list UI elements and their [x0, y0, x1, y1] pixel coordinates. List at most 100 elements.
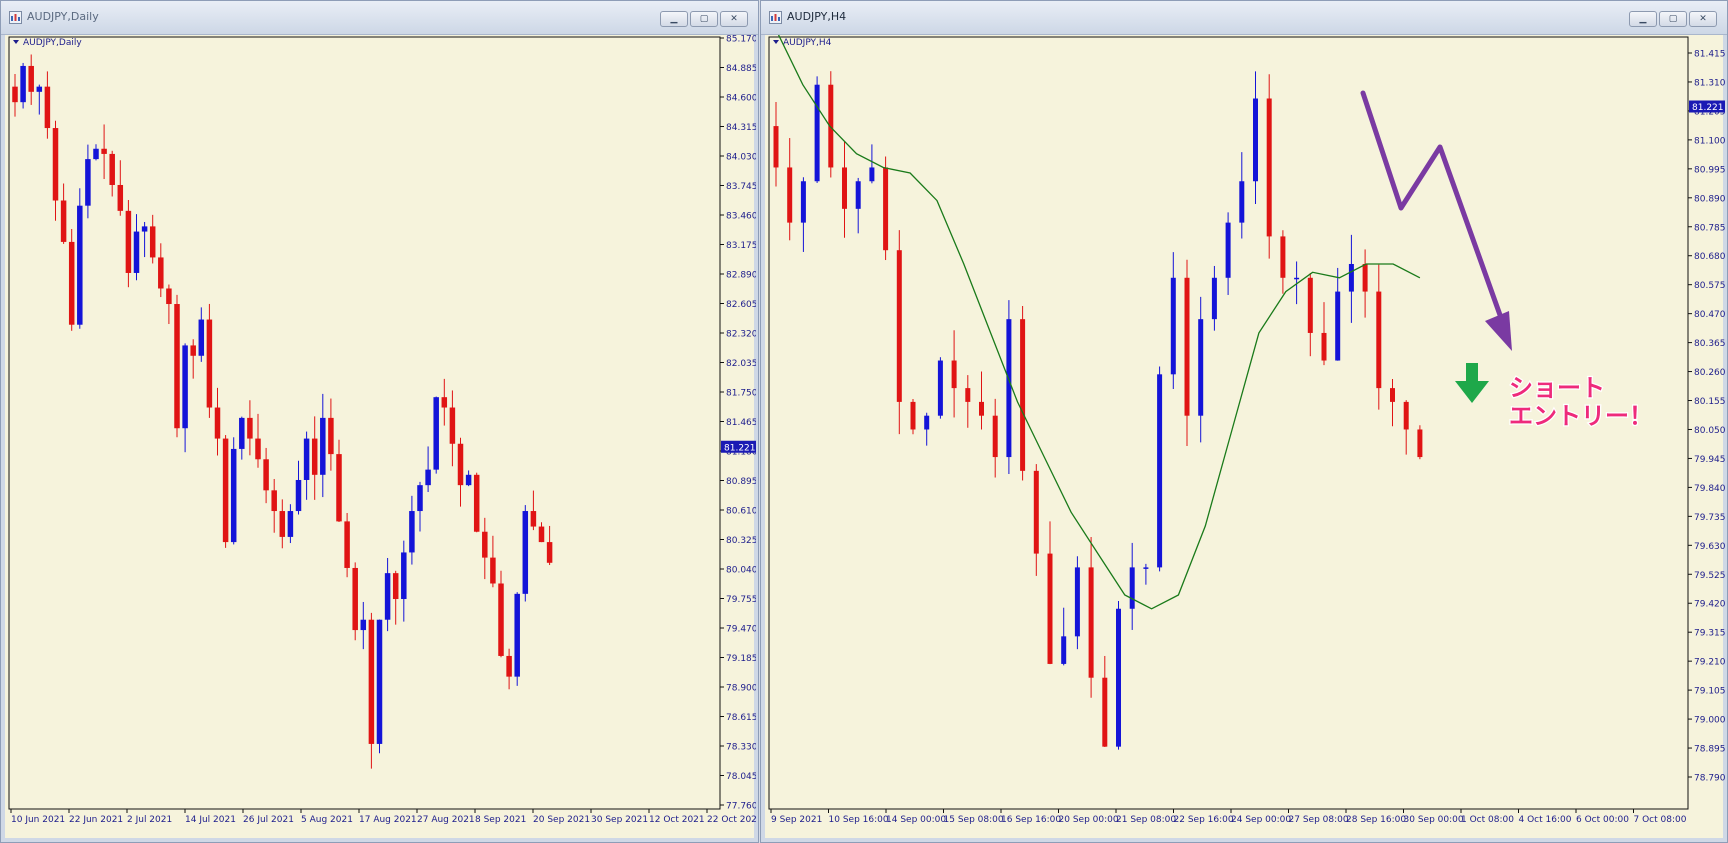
candle-body-bear — [101, 148, 107, 154]
daily-candlestick-chart[interactable]: 85.170 84.885 84.600 84.315 84.030 83.745 83.4… — [5, 35, 756, 840]
maximize-button[interactable]: ▢ — [1659, 11, 1687, 27]
candle-body-bear — [1088, 567, 1094, 678]
y-tick-label: 80.995 — [1694, 165, 1725, 175]
x-tick-label: 20 Sep 2021 — [533, 815, 590, 825]
candle-body-bear — [773, 126, 779, 168]
candle-body-bull — [924, 415, 930, 430]
candle-body-bear — [530, 511, 537, 527]
x-tick-label: 21 Sep 08:00 — [1116, 815, 1176, 825]
y-tick-label: 78.895 — [1694, 745, 1725, 755]
y-tick-label: 80.470 — [1694, 310, 1725, 320]
candle-body-bull — [1198, 319, 1204, 416]
maximize-button[interactable]: ▢ — [690, 11, 718, 27]
candle-body-bear — [473, 474, 480, 532]
annotation-entry: エントリー！ — [1509, 402, 1653, 430]
y-tick-label: 78.045 — [726, 772, 756, 782]
candle-body-bull — [36, 86, 43, 92]
candle-body-bull — [1335, 291, 1341, 361]
minimize-button[interactable]: ▁ — [1629, 11, 1657, 27]
candle-body-bear — [1184, 277, 1190, 416]
candle-body-bull — [855, 181, 861, 209]
candle-body-bull — [295, 479, 302, 512]
candle-body-bear — [1362, 263, 1368, 292]
plot-frame — [8, 36, 721, 810]
y-tick-label: 80.155 — [1694, 397, 1725, 407]
x-tick-label: 10 Jun 2021 — [11, 815, 65, 825]
window-title: AUDJPY,H4 — [787, 10, 847, 23]
h4-chart-area[interactable]: 81.41581.31081.20581.10080.99580.89080.7… — [765, 35, 1725, 840]
daily-chart-window[interactable]: AUDJPY,Daily ▁ ▢ ✕ 85.170 84.885 84.600 84.… — [0, 0, 759, 843]
candle-body-bull — [384, 573, 391, 620]
y-tick-label: 79.840 — [1694, 484, 1725, 494]
candle-body-bull — [800, 181, 806, 223]
x-tick-label: 4 Oct 16:00 — [1519, 815, 1572, 825]
candle-body-bear — [1403, 401, 1409, 430]
candle-body-bear — [336, 454, 342, 522]
y-tick-label: 80.680 — [1694, 252, 1725, 262]
title-bar[interactable]: AUDJPY,H4 ▁ ▢ ✕ — [761, 1, 1727, 35]
candle-body-bear — [441, 397, 448, 408]
x-tick-label: 22 Jun 2021 — [69, 815, 123, 825]
y-tick-label: 80.895 — [726, 477, 756, 487]
candle-body-bear — [992, 415, 998, 458]
candle-body-bear — [247, 417, 253, 439]
y-tick-label: 80.260 — [1694, 368, 1725, 378]
candle-body-bear — [206, 319, 213, 408]
candle-body-bear — [279, 511, 286, 537]
h4-chart-window[interactable]: AUDJPY,H4 ▁ ▢ ✕ 81.41581.31081.20581.100… — [760, 0, 1728, 843]
candle-body-bear — [1376, 291, 1382, 389]
candle-body-bull — [1294, 277, 1300, 280]
y-tick-label: 80.040 — [726, 566, 756, 576]
annotation-short: ショート — [1509, 374, 1605, 402]
candle-body-bull — [287, 511, 294, 537]
close-button[interactable]: ✕ — [1689, 11, 1717, 27]
candle-body-bull — [93, 148, 99, 160]
candle-body-bear — [368, 619, 375, 744]
y-tick-label: 79.735 — [1694, 513, 1725, 523]
y-tick-label: 79.525 — [1694, 571, 1725, 581]
x-tick-label: 9 Sep 2021 — [771, 815, 822, 825]
candle-body-bull — [1348, 263, 1354, 292]
maximize-icon: ▢ — [699, 13, 709, 24]
x-tick-label: 20 Sep 00:00 — [1059, 815, 1119, 825]
candle-body-bull — [425, 469, 431, 486]
candle-body-bull — [814, 84, 820, 182]
minimize-button[interactable]: ▁ — [660, 11, 688, 27]
candle-body-bull — [182, 345, 188, 429]
candle-body-bear — [506, 655, 512, 677]
x-tick-label: 14 Sep 00:00 — [886, 815, 946, 825]
candle-body-bear — [28, 65, 34, 92]
x-tick-label: 17 Aug 2021 — [359, 815, 417, 825]
candle-body-bear — [842, 167, 847, 209]
h4-candlestick-chart[interactable]: 81.41581.31081.20581.10080.99580.89080.7… — [765, 35, 1725, 840]
candle-body-bear — [117, 184, 124, 211]
y-tick-label: 80.325 — [726, 536, 756, 546]
x-tick-label: 27 Aug 2021 — [417, 815, 475, 825]
x-tick-label: 27 Sep 08:00 — [1289, 815, 1349, 825]
candle-body-bull — [1129, 567, 1135, 609]
y-tick-label: 84.030 — [726, 153, 756, 163]
minimize-icon: ▁ — [670, 13, 678, 24]
chart-window-icon — [769, 11, 782, 24]
y-tick-label: 79.315 — [1694, 629, 1725, 639]
candle-body-bull — [433, 397, 439, 470]
candle-body-bull — [1061, 636, 1067, 664]
minimize-icon: ▁ — [1639, 13, 1647, 24]
chart-dropdown-icon[interactable] — [773, 40, 779, 44]
candle-body-bear — [271, 490, 277, 512]
y-tick-label: 80.365 — [1694, 339, 1725, 349]
candle-body-bear — [538, 526, 545, 543]
close-button[interactable]: ✕ — [720, 11, 748, 27]
title-bar[interactable]: AUDJPY,Daily ▁ ▢ ✕ — [1, 1, 758, 35]
candle-body-bear — [910, 401, 916, 430]
maximize-icon: ▢ — [1668, 13, 1678, 24]
price-tag-label: 81.221 — [724, 443, 756, 453]
daily-chart-area[interactable]: 85.170 84.885 84.600 84.315 84.030 83.745 83.4… — [5, 35, 756, 840]
candle-body-bull — [1211, 277, 1217, 320]
chart-dropdown-icon[interactable] — [13, 40, 19, 44]
candle-body-bull — [1143, 567, 1149, 569]
y-tick-label: 84.600 — [726, 94, 756, 104]
candle-body-bear — [896, 250, 902, 402]
y-tick-label: 80.610 — [726, 507, 756, 517]
candle-body-bear — [166, 288, 172, 305]
